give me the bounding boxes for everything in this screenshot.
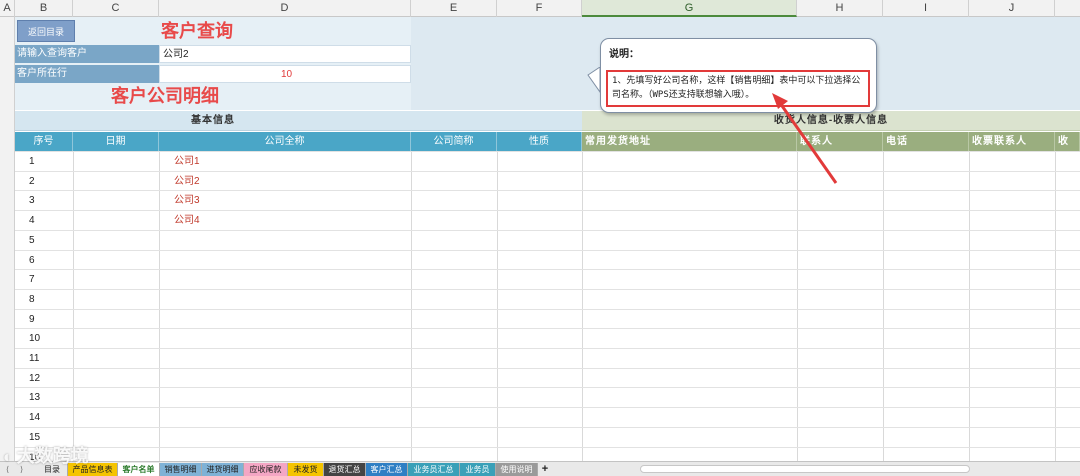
row-serial-number[interactable]: 7 <box>29 270 35 289</box>
basic-info-section-header: 基本信息 <box>15 111 411 131</box>
watermark: ◐ 大数跨境 <box>3 442 143 468</box>
row-serial-number[interactable]: 13 <box>29 388 40 407</box>
sheet-grid[interactable]: 返回目录 客户查询 请输入查询客户 公司2 客户所在行 10 客户公司明细 基本… <box>15 17 1080 461</box>
grid-horizontal-line <box>15 170 1080 172</box>
row-company-name[interactable]: 公司3 <box>174 191 200 210</box>
grid-horizontal-line <box>15 249 1080 251</box>
row-serial-number[interactable]: 11 <box>29 349 39 368</box>
grid-vertical-line <box>73 151 74 461</box>
row-company-name[interactable]: 公司1 <box>174 152 200 171</box>
watermark-logo-icon: ◐ <box>3 449 13 466</box>
row-header-strip <box>0 17 15 461</box>
column-header-g[interactable]: G <box>582 0 797 17</box>
customer-query-title: 客户查询 <box>161 21 233 41</box>
sheet-tab-customer-summary[interactable]: 客户汇总 <box>366 463 408 476</box>
basic-info-section-extension <box>411 111 582 131</box>
grid-vertical-line <box>883 151 884 461</box>
row-serial-number[interactable]: 4 <box>29 211 35 230</box>
grid-vertical-line <box>969 151 970 461</box>
grid-vertical-line <box>159 151 160 461</box>
column-header-j[interactable]: J <box>969 0 1055 17</box>
row-serial-number[interactable]: 12 <box>29 369 40 388</box>
sheet-tab-returns-summary[interactable]: 退货汇总 <box>324 463 366 476</box>
row-serial-number[interactable]: 5 <box>29 231 35 250</box>
callout-pointer-arrow-icon <box>587 67 838 184</box>
sheet-tab-sales-rep-summary[interactable]: 业务员汇总 <box>408 463 460 476</box>
column-header-d[interactable]: D <box>159 0 411 17</box>
grid-horizontal-line <box>15 190 1080 192</box>
row-company-name[interactable]: 公司2 <box>174 172 200 191</box>
query-customer-input[interactable]: 公司2 <box>159 45 411 63</box>
sheet-tab-purchase-detail[interactable]: 进货明细 <box>202 463 244 476</box>
row-serial-number[interactable]: 1 <box>29 152 35 171</box>
sheet-tab-sales-detail[interactable]: 销售明细 <box>160 463 202 476</box>
header-serial[interactable]: 序号 <box>15 132 73 151</box>
sheet-tab-receivables[interactable]: 应收尾款 <box>244 463 288 476</box>
row-serial-number[interactable]: 9 <box>29 310 35 329</box>
grid-horizontal-line <box>15 328 1080 330</box>
column-header-i[interactable]: I <box>883 0 969 17</box>
note-title: 说明： <box>609 49 639 60</box>
grid-horizontal-line <box>15 387 1080 389</box>
grid-horizontal-line <box>15 210 1080 212</box>
grid-horizontal-line <box>15 288 1080 290</box>
grid-horizontal-line <box>15 367 1080 369</box>
row-serial-number[interactable]: 14 <box>29 408 40 427</box>
header-company-short-name[interactable]: 公司简称 <box>411 132 497 151</box>
customer-detail-title: 客户公司明细 <box>111 86 219 106</box>
grid-horizontal-line <box>15 426 1080 428</box>
column-header-a[interactable]: A <box>0 0 15 17</box>
sheet-tab-instructions[interactable]: 使用说明 <box>496 463 538 476</box>
header-phone[interactable]: 电话 <box>883 132 969 151</box>
grid-horizontal-line <box>15 446 1080 448</box>
sheet-tab-sales-rep[interactable]: 业务员 <box>460 463 496 476</box>
back-to-index-button[interactable]: 返回目录 <box>17 20 75 42</box>
grid-vertical-line <box>497 151 498 461</box>
grid-horizontal-line <box>15 348 1080 349</box>
grid-horizontal-line <box>15 229 1080 231</box>
header-invoice[interactable]: 收票 <box>1055 132 1080 151</box>
grid-horizontal-line <box>15 308 1080 310</box>
grid-horizontal-line <box>15 407 1080 409</box>
column-header-c[interactable]: C <box>73 0 159 17</box>
watermark-text: 大数跨境 <box>16 446 89 466</box>
column-header-bar: A B C D E F G H I J <box>0 0 1080 17</box>
row-serial-number[interactable]: 6 <box>29 251 35 270</box>
query-customer-label: 请输入查询客户 <box>15 45 159 63</box>
horizontal-scrollbar[interactable] <box>640 465 970 473</box>
grid-horizontal-line <box>15 269 1080 271</box>
column-header-e[interactable]: E <box>411 0 497 17</box>
grid-vertical-line <box>1055 151 1056 461</box>
row-serial-number[interactable]: 3 <box>29 191 35 210</box>
grid-vertical-line <box>411 151 412 461</box>
header-date[interactable]: 日期 <box>73 132 159 151</box>
customer-row-value: 10 <box>159 65 411 83</box>
customer-row-label: 客户所在行 <box>15 65 159 83</box>
row-serial-number[interactable]: 2 <box>29 172 35 191</box>
column-header-b[interactable]: B <box>15 0 73 17</box>
row-serial-number[interactable]: 8 <box>29 290 35 309</box>
header-invoice-contact[interactable]: 收票联系人 <box>969 132 1055 151</box>
row-company-name[interactable]: 公司4 <box>174 211 200 230</box>
column-header-f[interactable]: F <box>497 0 582 17</box>
row-serial-number[interactable]: 10 <box>29 329 40 348</box>
add-sheet-icon[interactable]: + <box>538 463 552 476</box>
column-header-h[interactable]: H <box>797 0 883 17</box>
sheet-tab-unshipped[interactable]: 未发货 <box>288 463 324 476</box>
header-company-full-name[interactable]: 公司全称 <box>159 132 411 151</box>
sheet-tab-bar: ⟨ ⟩ 目录 产品信息表 客户名单 销售明细 进货明细 应收尾款 未发货 退货汇… <box>0 461 1080 476</box>
grid-horizontal-line <box>15 151 1080 152</box>
